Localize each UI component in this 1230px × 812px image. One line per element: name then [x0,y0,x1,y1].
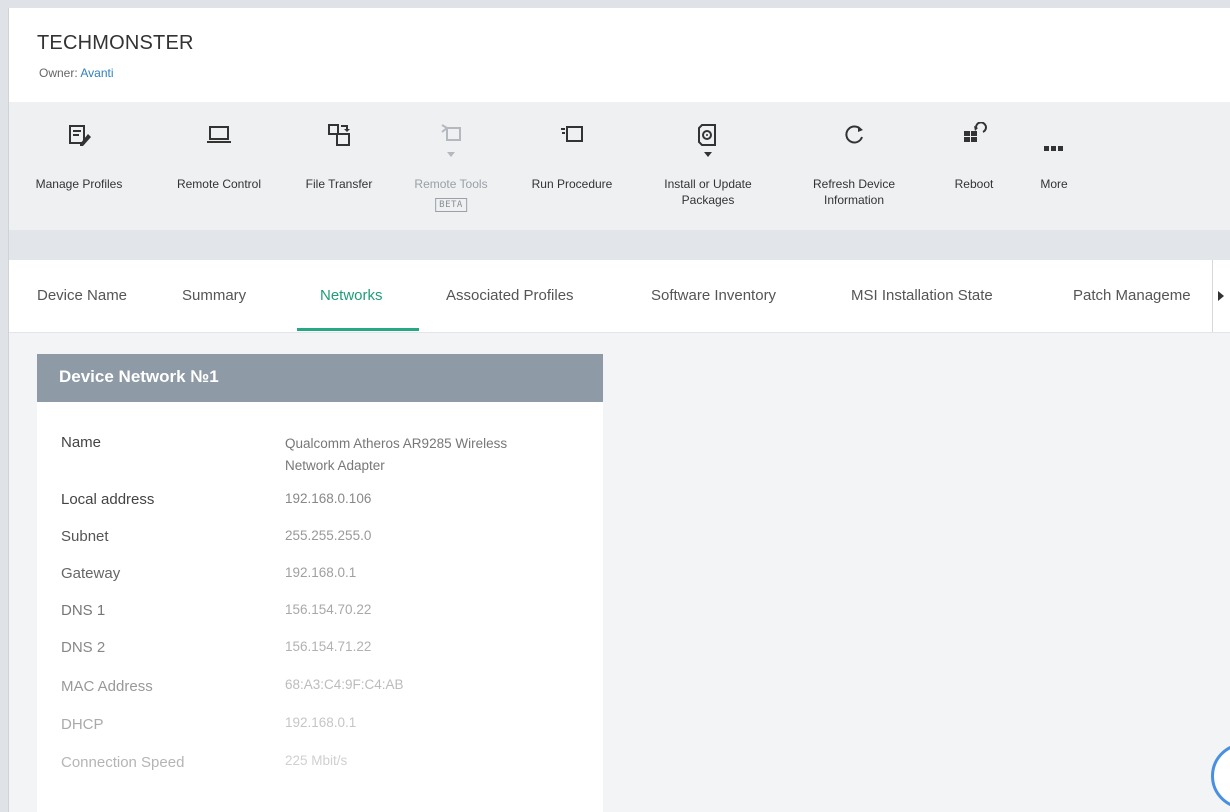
owner-line: Owner: Avanti [39,66,114,80]
chevron-down-icon [704,152,712,157]
help-icon[interactable] [1211,743,1230,809]
remote-tools-label: Remote Tools [414,177,488,191]
dns1-label: DNS 1 [61,602,106,619]
chevron-down-icon [447,152,455,157]
gateway-label: Gateway [61,565,121,582]
install-update-packages-button[interactable]: Install or Update Packages [645,102,771,230]
remote-control-label: Remote Control [176,177,262,191]
tab-networks[interactable]: Networks [320,260,383,332]
refresh-icon [841,122,867,148]
tab-patch-management[interactable]: Patch Manageme [1073,260,1191,332]
ellipsis-icon [1041,136,1067,162]
beta-badge: BETA [435,198,467,212]
subnet-label: Subnet [61,528,109,545]
dns2-label: DNS 2 [61,639,106,656]
device-header: TECHMONSTER Owner: Avanti [9,8,1230,102]
gateway-value: 192.168.0.1 [285,565,357,580]
reboot-label: Reboot [954,177,994,191]
remote-tools-icon [438,122,464,148]
more-label: More [1040,177,1068,191]
remote-tools-button[interactable]: Remote Tools BETA [401,102,501,230]
manage-profiles-button[interactable]: Manage Profiles [17,102,141,230]
edit-profile-icon [66,122,92,148]
device-network-card: Device Network №1 Name Qualcomm Atheros … [37,354,603,812]
file-transfer-button[interactable]: File Transfer [289,102,389,230]
tab-associated-profiles[interactable]: Associated Profiles [446,260,574,332]
device-toolbar: Manage Profiles Remote Control File Tran… [9,102,1230,230]
refresh-label-line2: Information [823,193,885,207]
install-update-label: Install or Update Packages [645,176,771,208]
remote-control-button[interactable]: Remote Control [157,102,281,230]
run-procedure-icon [559,122,585,148]
active-tab-indicator [297,328,419,331]
manage-profiles-label: Manage Profiles [35,177,123,191]
reboot-button[interactable]: Reboot [939,102,1009,230]
local-address-label: Local address [61,491,155,508]
run-procedure-label: Run Procedure [531,177,613,191]
detail-tabs: Device Name Summary Networks Associated … [9,260,1230,333]
toolbar-separator [9,230,1230,260]
connection-speed-value: 225 Mbit/s [285,753,348,768]
tab-msi-installation-state[interactable]: MSI Installation State [851,260,993,332]
dhcp-label: DHCP [61,716,104,733]
name-value-line2: Network Adapter [285,458,385,473]
reboot-icon [961,122,987,148]
more-button[interactable]: More [1031,102,1077,230]
package-install-icon [695,122,721,148]
dhcp-value: 192.168.0.1 [285,715,357,730]
refresh-label-line1: Refresh Device [812,177,896,191]
device-details-window: TECHMONSTER Owner: Avanti Manage Profile… [8,8,1230,812]
device-title: TECHMONSTER [37,32,194,54]
file-transfer-icon [326,122,352,148]
dns1-value: 156.154.70.22 [285,602,372,617]
card-header: Device Network №1 [37,354,603,402]
name-value: Qualcomm Atheros AR9285 Wireless Network… [285,433,585,477]
dns2-value: 156.154.71.22 [285,639,372,654]
file-transfer-label: File Transfer [305,177,373,191]
refresh-device-information-label: Refresh Device Information [799,176,909,208]
card-title: Device Network №1 [59,367,219,386]
refresh-device-information-button[interactable]: Refresh Device Information [799,102,909,230]
laptop-icon [206,122,232,148]
mac-address-label: MAC Address [61,678,153,695]
mac-address-value: 68:A3:C4:9F:C4:AB [285,677,404,692]
tab-summary[interactable]: Summary [182,260,246,332]
name-value-line1: Qualcomm Atheros AR9285 Wireless [285,436,508,451]
connection-speed-label: Connection Speed [61,754,185,771]
name-label: Name [61,434,102,451]
tab-software-inventory[interactable]: Software Inventory [651,260,776,332]
install-update-label-line2: Packages [681,193,735,207]
tab-device-name[interactable]: Device Name [37,260,127,332]
local-address-value: 192.168.0.106 [285,491,372,506]
run-procedure-button[interactable]: Run Procedure [517,102,627,230]
owner-label: Owner: [39,66,81,80]
install-update-label-line1: Install or Update [664,177,752,191]
tabs-scroll-right-button[interactable] [1212,260,1230,332]
owner-link[interactable]: Avanti [80,66,113,80]
subnet-value: 255.255.255.0 [285,528,372,543]
